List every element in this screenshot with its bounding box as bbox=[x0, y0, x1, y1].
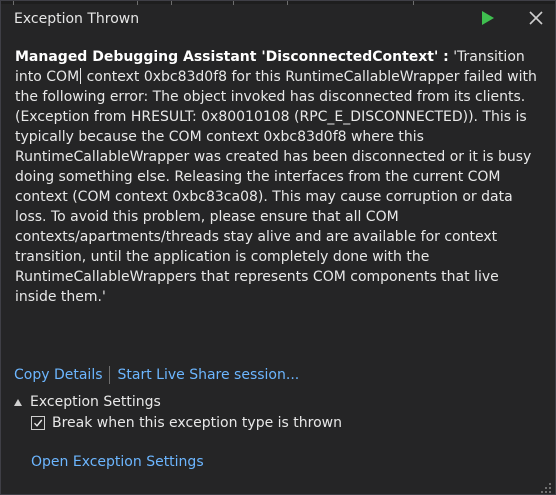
close-button[interactable] bbox=[525, 7, 547, 29]
edge-tick bbox=[137, 1, 138, 5]
checkmark-icon bbox=[33, 419, 43, 427]
action-links: Copy Details Start Live Share session... bbox=[14, 366, 299, 384]
exception-settings-expander[interactable]: Exception Settings bbox=[14, 393, 161, 411]
continue-button[interactable] bbox=[477, 7, 499, 29]
break-option-row: Break when this exception type is thrown bbox=[31, 414, 342, 432]
edge-tick bbox=[13, 1, 14, 5]
edge-tick bbox=[171, 1, 172, 5]
play-icon bbox=[482, 11, 494, 25]
copy-details-link[interactable]: Copy Details bbox=[14, 366, 103, 384]
dialog-title: Exception Thrown bbox=[14, 11, 140, 27]
exception-text-rest: context 0xbc83d0f8 for this RuntimeCalla… bbox=[15, 69, 537, 305]
top-edge-strip bbox=[1, 1, 555, 5]
exception-settings-header: Exception Settings bbox=[30, 394, 161, 410]
edge-tick bbox=[413, 1, 414, 5]
exception-thrown-dialog: Exception Thrown Managed Debugging Assis… bbox=[0, 0, 556, 495]
resize-dots bbox=[541, 483, 551, 493]
edge-tick bbox=[233, 1, 234, 5]
break-when-thrown-checkbox[interactable] bbox=[31, 416, 45, 430]
close-icon bbox=[529, 11, 543, 25]
exception-message: Managed Debugging Assistant 'Disconnecte… bbox=[15, 47, 541, 307]
text-caret bbox=[80, 68, 82, 84]
resize-grip-icon[interactable] bbox=[540, 479, 552, 493]
link-separator bbox=[108, 366, 110, 384]
triangle-expanded-icon bbox=[14, 398, 22, 406]
break-when-thrown-label[interactable]: Break when this exception type is thrown bbox=[52, 414, 342, 432]
edge-tick bbox=[287, 1, 288, 5]
exception-heading: Managed Debugging Assistant 'Disconnecte… bbox=[15, 49, 449, 65]
open-exception-settings-link[interactable]: Open Exception Settings bbox=[31, 453, 204, 471]
start-live-share-link[interactable]: Start Live Share session... bbox=[118, 366, 300, 384]
